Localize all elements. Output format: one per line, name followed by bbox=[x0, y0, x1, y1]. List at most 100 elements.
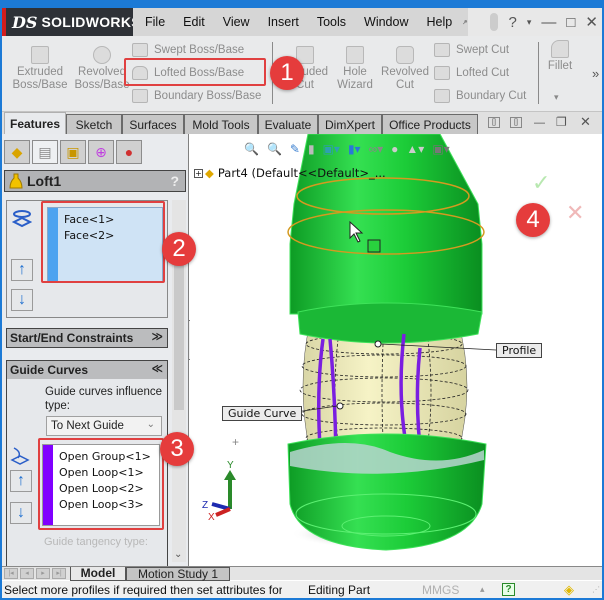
restore-button[interactable]: □ bbox=[566, 14, 575, 31]
swept-boss-icon bbox=[132, 43, 148, 57]
feature-tree-flyout[interactable]: + ◆ Part4 (Default<<Default>_... bbox=[194, 166, 386, 180]
display-manager-tab[interactable]: ● bbox=[116, 140, 142, 164]
expand-icon[interactable]: ≫ bbox=[151, 330, 163, 343]
tab-mold-tools[interactable]: Mold Tools bbox=[184, 114, 258, 134]
revolved-cut-icon bbox=[396, 46, 414, 64]
zoom-to-area-icon[interactable]: 🔍 bbox=[267, 142, 282, 156]
traffic-light-icon[interactable] bbox=[490, 13, 499, 31]
dimxpert-tab[interactable]: ⊕ bbox=[88, 140, 114, 164]
tag-icon[interactable]: ◈ bbox=[564, 582, 574, 598]
guide-curve-callout[interactable]: Guide Curve bbox=[222, 406, 303, 421]
units-caret-icon[interactable]: ▴ bbox=[480, 584, 485, 595]
tab-sketch[interactable]: Sketch bbox=[66, 114, 122, 134]
tab-office-products[interactable]: Office Products bbox=[382, 114, 478, 134]
fillet-dropdown-icon[interactable]: ▾ bbox=[554, 92, 559, 103]
revolved-boss-button[interactable]: Revolved Boss/Base bbox=[74, 46, 130, 92]
guide-curves-header[interactable]: Guide Curves ≪ bbox=[7, 361, 167, 379]
graphics-area[interactable]: + Y Z X 🔍 🔍 ✎ ▮ ▣▾ ▮▾ ∞▾ ● ▲▾ ▣▾ + ◆ Par… bbox=[190, 134, 602, 566]
menu-edit[interactable]: Edit bbox=[174, 15, 214, 29]
resize-grip-icon[interactable]: ⋰ bbox=[592, 585, 600, 594]
boundary-boss-button[interactable]: Boundary Boss/Base bbox=[132, 86, 261, 106]
edit-appearance-icon[interactable]: ● bbox=[391, 142, 398, 156]
view-settings-icon[interactable]: ▣▾ bbox=[432, 142, 449, 156]
tab-dimxpert[interactable]: DimXpert bbox=[318, 114, 382, 134]
configuration-tab[interactable]: ▣ bbox=[60, 140, 86, 164]
tab-evaluate[interactable]: Evaluate bbox=[258, 114, 318, 134]
doc-close-button[interactable]: ✕ bbox=[580, 114, 591, 130]
display-style-icon[interactable]: ▮▾ bbox=[348, 142, 361, 156]
pushpin-icon[interactable] bbox=[463, 15, 468, 29]
move-up-button[interactable]: ↑ bbox=[11, 259, 33, 281]
tile-left-icon[interactable]: [] bbox=[488, 117, 500, 128]
lofted-cut-button[interactable]: Lofted Cut bbox=[434, 63, 509, 83]
more-commands-icon[interactable]: » bbox=[592, 66, 599, 81]
doc-restore-button[interactable]: ❐ bbox=[556, 115, 567, 129]
tab-surfaces[interactable]: Surfaces bbox=[122, 114, 184, 134]
first-tab-arrow[interactable]: |◂ bbox=[4, 568, 18, 579]
menu-items: File Edit View Insert Tools Window Help bbox=[133, 8, 468, 36]
profile-icon bbox=[12, 210, 32, 228]
doc-minimize-button[interactable]: — bbox=[534, 117, 545, 129]
units-label[interactable]: MMGS bbox=[422, 583, 459, 597]
close-button[interactable]: ✕ bbox=[585, 13, 598, 31]
scroll-down-icon[interactable]: ⌄ bbox=[174, 549, 182, 560]
minimize-button[interactable]: — bbox=[541, 14, 556, 31]
last-tab-arrow[interactable]: ▸| bbox=[52, 568, 66, 579]
tab-features[interactable]: Features bbox=[4, 112, 66, 134]
boundary-cut-button[interactable]: Boundary Cut bbox=[434, 86, 526, 106]
menu-window[interactable]: Window bbox=[355, 15, 417, 29]
swept-boss-button[interactable]: Swept Boss/Base bbox=[132, 40, 244, 60]
start-end-constraints-group[interactable]: Start/End Constraints ≫ bbox=[6, 328, 168, 348]
swept-cut-button[interactable]: Swept Cut bbox=[434, 40, 509, 60]
profiles-group: ↑ ↓ Face<1> Face<2> bbox=[6, 200, 168, 318]
section-view-icon[interactable]: ▮ bbox=[308, 142, 315, 156]
property-manager-tab[interactable]: ▤ bbox=[32, 140, 58, 164]
expand-tree-icon[interactable]: + bbox=[194, 168, 203, 178]
bottom-tabs-bar: |◂ ◂ ▸ ▸| Model Motion Study 1 bbox=[2, 566, 602, 581]
start-end-header[interactable]: Start/End Constraints ≫ bbox=[7, 329, 167, 347]
chevron-down-icon[interactable]: ▾ bbox=[527, 17, 532, 28]
prev-tab-arrow[interactable]: ◂ bbox=[20, 568, 34, 579]
annotation-badge-4: 4 bbox=[516, 203, 550, 237]
hole-wizard-button[interactable]: Hole Wizard bbox=[332, 46, 378, 92]
tile-right-icon[interactable]: [] bbox=[510, 117, 522, 128]
hide-show-icon[interactable]: ∞▾ bbox=[369, 142, 384, 156]
move-down-button[interactable]: ↓ bbox=[11, 289, 33, 311]
fillet-button[interactable]: Fillet bbox=[542, 40, 578, 73]
guide-point bbox=[336, 402, 344, 410]
lofted-boss-highlight bbox=[124, 58, 266, 86]
configuration-icon: ▣ bbox=[66, 143, 80, 160]
guide-move-down-button[interactable]: ↓ bbox=[10, 502, 32, 524]
property-manager-panel: ◆ ▤ ▣ ⊕ ● Loft1 ? ✔ ✖ ↑ ↓ Face<1> Face<2… bbox=[2, 134, 189, 566]
menu-view[interactable]: View bbox=[214, 15, 259, 29]
tab-model[interactable]: Model bbox=[70, 567, 126, 581]
confirm-ok-icon[interactable]: ✓ bbox=[532, 170, 550, 196]
extruded-boss-icon bbox=[31, 46, 49, 64]
zoom-to-fit-icon[interactable]: 🔍 bbox=[244, 142, 259, 156]
next-tab-arrow[interactable]: ▸ bbox=[36, 568, 50, 579]
menu-file[interactable]: File bbox=[133, 15, 174, 29]
tab-motion-study-1[interactable]: Motion Study 1 bbox=[126, 567, 230, 581]
view-orientation-icon[interactable]: ▣▾ bbox=[323, 142, 340, 156]
menu-insert[interactable]: Insert bbox=[259, 15, 308, 29]
help-icon[interactable]: ? bbox=[508, 14, 516, 31]
window-controls: ? ▾ — □ ✕ bbox=[490, 8, 598, 36]
annotation-badge-3: 3 bbox=[160, 432, 194, 466]
influence-type-dropdown[interactable]: To Next Guide ⌄ bbox=[46, 416, 162, 436]
revolved-cut-button[interactable]: Revolved Cut bbox=[380, 46, 430, 92]
part-icon: ◆ bbox=[205, 166, 214, 180]
feature-tree-tab[interactable]: ◆ bbox=[4, 140, 30, 164]
apply-scene-icon[interactable]: ▲▾ bbox=[406, 142, 424, 156]
menu-tools[interactable]: Tools bbox=[308, 15, 355, 29]
help-icon[interactable]: ? bbox=[170, 173, 179, 189]
appearance-ball-icon: ● bbox=[124, 144, 134, 160]
menu-help[interactable]: Help bbox=[418, 15, 462, 29]
extruded-boss-button[interactable]: Extruded Boss/Base bbox=[12, 46, 68, 92]
guide-move-up-button[interactable]: ↑ bbox=[10, 470, 32, 492]
quick-tips-icon[interactable]: ? bbox=[502, 583, 515, 596]
confirm-cancel-icon[interactable]: ✕ bbox=[566, 200, 584, 226]
collapse-icon[interactable]: ≪ bbox=[151, 362, 163, 375]
profile-callout[interactable]: Profile bbox=[496, 343, 543, 358]
previous-view-icon[interactable]: ✎ bbox=[290, 142, 300, 156]
guide-curves-highlight bbox=[38, 438, 164, 530]
